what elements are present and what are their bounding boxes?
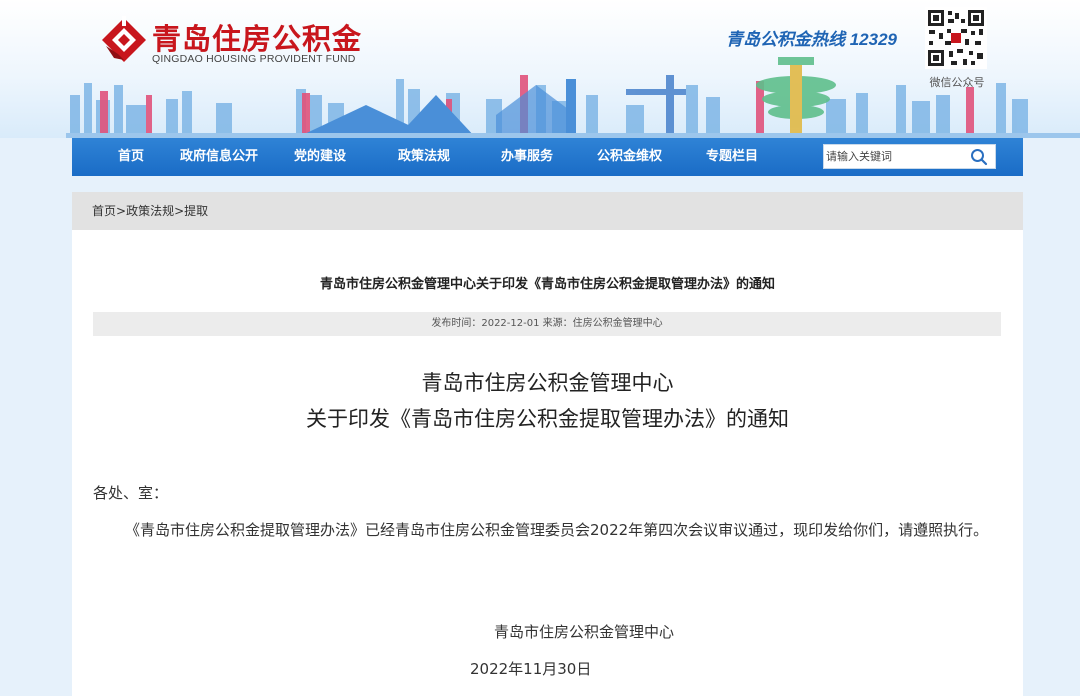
nav-item-rights[interactable]: 公积金维权 (597, 138, 662, 176)
breadcrumb-separator: > (174, 204, 185, 218)
nav-item-home[interactable]: 首页 (118, 138, 144, 176)
hotline-text: 青岛公积金热线 12329 (726, 30, 897, 49)
document-title-line2: 关于印发《青岛市住房公积金提取管理办法》的通知 (306, 407, 789, 431)
breadcrumb: 首页>政策法规>提取 (72, 192, 1023, 230)
search-input[interactable] (824, 145, 964, 168)
nav-item-policy[interactable]: 政策法规 (398, 138, 450, 176)
search-box (823, 144, 996, 169)
document-body: 《青岛市住房公积金提取管理办法》已经青岛市住房公积金管理委员会2022年第四次会… (125, 521, 989, 539)
search-icon[interactable] (970, 148, 988, 166)
main-nav: 首页 政府信息公开 党的建设 政策法规 办事服务 公积金维权 专题栏目 (72, 138, 1023, 176)
nav-item-gov-info[interactable]: 政府信息公开 (180, 138, 258, 176)
breadcrumb-current: 提取 (184, 204, 209, 218)
breadcrumb-section[interactable]: 政策法规 (126, 204, 174, 218)
article-title: 青岛市住房公积金管理中心关于印发《青岛市住房公积金提取管理办法》的通知 (319, 277, 775, 292)
document-date: 2022年11月30日 (470, 660, 592, 678)
nav-item-party-building[interactable]: 党的建设 (294, 138, 346, 176)
document-title-line1: 青岛市住房公积金管理中心 (421, 371, 674, 395)
nav-item-topics[interactable]: 专题栏目 (706, 138, 758, 176)
qr-code-label: 微信公众号 (929, 76, 985, 89)
wechat-qr-code-icon[interactable] (925, 7, 987, 69)
document-salutation: 各处、室： (93, 484, 169, 502)
article-content: 青岛市住房公积金管理中心关于印发《青岛市住房公积金提取管理办法》的通知 发布时间… (72, 230, 1023, 696)
logo-title: 青岛住房公积金 (152, 22, 363, 56)
nav-item-services[interactable]: 办事服务 (501, 138, 553, 176)
article-meta: 发布时间：2022-12-01 来源：住房公积金管理中心 (93, 312, 1001, 336)
document-signature: 青岛市住房公积金管理中心 (494, 623, 675, 641)
site-header: 青岛住房公积金 QINGDAO HOUSING PROVIDENT FUND 青… (0, 0, 1080, 138)
breadcrumb-separator: > (116, 204, 127, 218)
breadcrumb-home[interactable]: 首页 (92, 204, 116, 218)
